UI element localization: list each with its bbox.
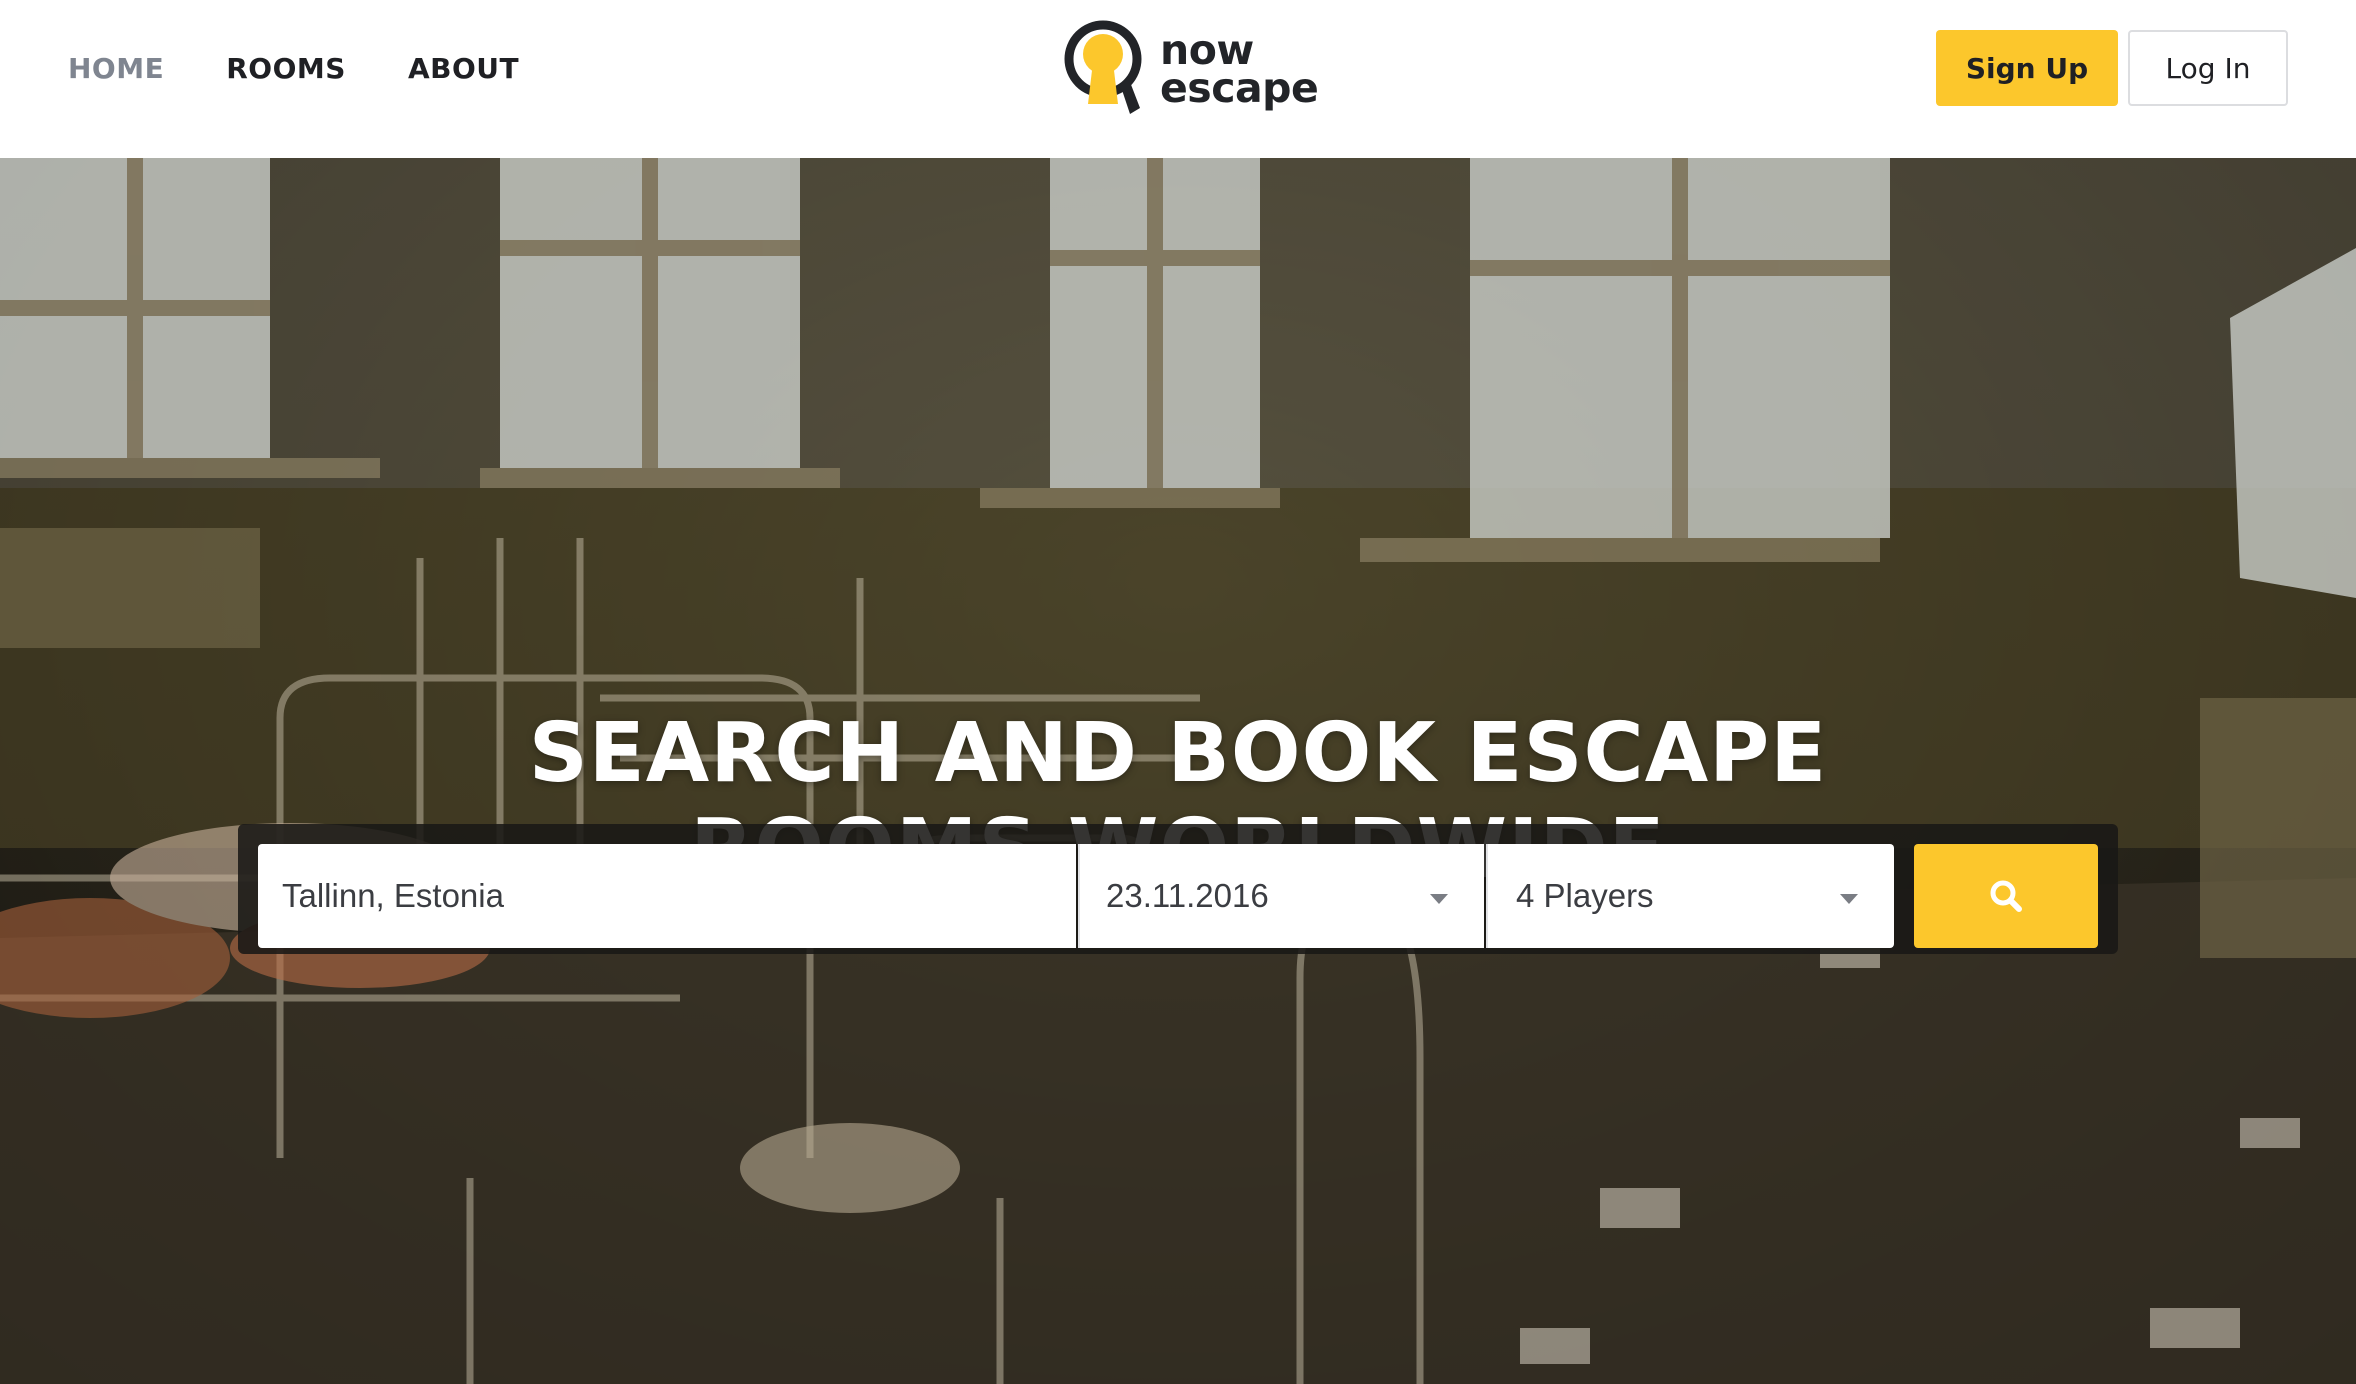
chevron-down-icon [1840,894,1858,904]
nav-about-link[interactable]: ABOUT [408,52,519,85]
location-input[interactable]: Tallinn, Estonia [258,844,1076,948]
main-nav: HOME ROOMS ABOUT [68,0,581,136]
hero-headline-line-1: SEARCH AND BOOK ESCAPE [528,706,1828,801]
auth-buttons: Sign Up Log In [1936,30,2288,106]
nav-home-link[interactable]: HOME [68,52,164,85]
signup-button[interactable]: Sign Up [1936,30,2118,106]
logo-text-escape: escape [1160,64,1319,112]
date-select[interactable]: 23.11.2016 [1078,844,1484,948]
location-input-value: Tallinn, Estonia [282,877,504,914]
brand-logo[interactable]: now escape [1064,18,1319,122]
players-select-value: 4 Players [1516,877,1654,914]
hero-section: SEARCH AND BOOK ESCAPE ROOMS WORLDWIDE [0,158,2356,1384]
search-bar: Tallinn, Estonia 23.11.2016 4 Players [238,824,2118,954]
login-button[interactable]: Log In [2128,30,2288,106]
chevron-down-icon [1430,894,1448,904]
players-select[interactable]: 4 Players [1486,844,1894,948]
keyhole-logo-icon [1064,20,1142,114]
nav-rooms-link[interactable]: ROOMS [226,52,346,85]
search-button[interactable] [1914,844,2098,948]
search-icon [1990,880,2022,912]
site-header: HOME ROOMS ABOUT now escape Sign Up Log … [0,0,2356,158]
date-select-value: 23.11.2016 [1106,877,1269,914]
